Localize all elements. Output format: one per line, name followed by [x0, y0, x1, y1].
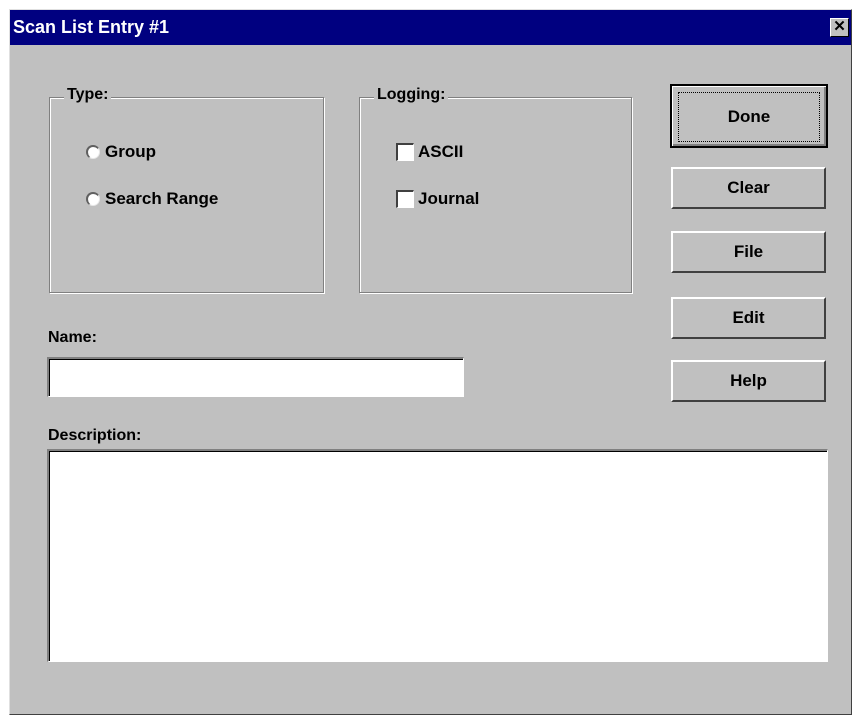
close-button[interactable]: ✕: [830, 18, 849, 37]
edit-button[interactable]: Edit: [671, 297, 826, 339]
clear-button[interactable]: Clear: [671, 167, 826, 209]
title-bar[interactable]: Scan List Entry #1 ✕: [10, 10, 851, 45]
done-button-label: Done: [678, 92, 820, 142]
radio-button[interactable]: [86, 192, 100, 206]
type-groupbox: Type: Group Search Range: [49, 86, 324, 293]
checkbox-ascii-option[interactable]: ASCII: [396, 142, 463, 162]
checkbox-ascii-label: ASCII: [418, 142, 464, 161]
type-group-label: Type:: [64, 86, 112, 104]
checkbox-journal-label: Journal: [418, 189, 480, 208]
radio-search-range-label: Search Range: [105, 189, 219, 208]
radio-group-option[interactable]: Group: [86, 142, 156, 162]
description-textarea[interactable]: [47, 449, 828, 662]
checkbox[interactable]: [396, 143, 414, 161]
done-button[interactable]: Done: [670, 84, 828, 148]
radio-search-range-option[interactable]: Search Range: [86, 189, 218, 209]
logging-group-label: Logging:: [374, 86, 449, 104]
name-input[interactable]: [47, 357, 464, 397]
radio-group-label: Group: [105, 142, 156, 161]
checkbox-journal-option[interactable]: Journal: [396, 189, 479, 209]
help-button[interactable]: Help: [671, 360, 826, 402]
scan-list-entry-dialog: Scan List Entry #1 ✕ Type: Group Search …: [9, 9, 852, 715]
description-label: Description:: [48, 427, 142, 444]
close-icon: ✕: [833, 18, 846, 35]
checkbox[interactable]: [396, 190, 414, 208]
logging-groupbox: Logging: ASCII Journal: [359, 86, 632, 293]
radio-button[interactable]: [86, 145, 100, 159]
window-title: Scan List Entry #1: [13, 17, 170, 37]
name-label: Name:: [48, 329, 97, 346]
file-button[interactable]: File: [671, 231, 826, 273]
